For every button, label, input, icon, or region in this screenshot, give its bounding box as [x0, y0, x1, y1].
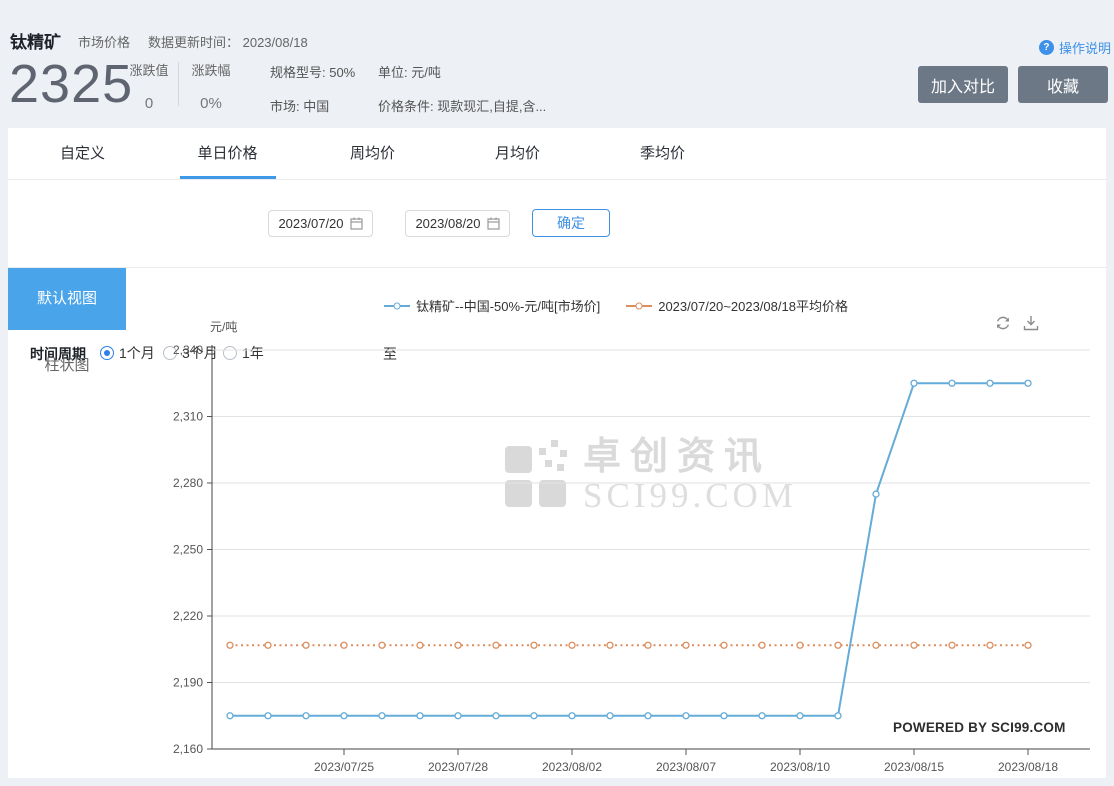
condition-text: 价格条件: 现款现汇,自提,含... [378, 99, 547, 114]
svg-text:2,340: 2,340 [173, 343, 203, 357]
svg-text:2023/08/15: 2023/08/15 [884, 760, 944, 774]
date-to-value: 2023/08/20 [415, 216, 481, 231]
legend-item-average-series[interactable]: 2023/07/20~2023/08/18平均价格 [626, 296, 848, 315]
confirm-button[interactable]: 确定 [532, 209, 610, 237]
svg-text:2023/08/10: 2023/08/10 [770, 760, 830, 774]
tab-custom[interactable]: 自定义 [10, 128, 155, 179]
sidebar-item-default-view[interactable]: 默认视图 [8, 268, 126, 330]
change-value: 0 [144, 95, 154, 112]
unit-text: 单位: 元/吨 [378, 65, 441, 80]
svg-text:2023/08/18: 2023/08/18 [998, 760, 1058, 774]
change-label: 涨跌值 [129, 63, 169, 78]
tab-bar: 自定义 单日价格 周均价 月均价 季均价 [8, 128, 1106, 180]
legend-label: 2023/07/20~2023/08/18平均价格 [658, 299, 848, 314]
calendar-icon [349, 217, 363, 230]
legend-line-icon [626, 302, 653, 309]
page-title: 钛精矿 [10, 33, 61, 52]
tab-weekly-avg[interactable]: 周均价 [300, 128, 445, 179]
spec-text: 规格型号: 50% [270, 65, 356, 80]
svg-text:2023/08/02: 2023/08/02 [542, 760, 602, 774]
legend-label: 钛精矿--中国-50%-元/吨[市场价] [416, 299, 601, 314]
svg-text:2,190: 2,190 [173, 676, 203, 690]
unit-condition-column: 单位: 元/吨 价格条件: 现款现汇,自提,含... [378, 62, 546, 115]
spec-market-column: 规格型号: 50% 市场: 中国 [270, 62, 355, 115]
help-link[interactable]: ? 操作说明 [1038, 38, 1111, 57]
pct-value: 0% [200, 95, 222, 112]
svg-text:2,250: 2,250 [173, 543, 203, 557]
price-line-chart[interactable]: 2,160 2,190 2,220 2,250 2,280 2,310 2,340 元/吨 20… [170, 315, 1105, 780]
main-panel: 自定义 单日价格 周均价 月均价 季均价 时间周期 1个月 3个月 1年 202… [8, 128, 1106, 778]
svg-text:2,310: 2,310 [173, 410, 203, 424]
sidebar-item-bar-chart[interactable]: 柱状图 [8, 354, 126, 378]
svg-text:2023/07/25: 2023/07/25 [314, 760, 374, 774]
date-to-input[interactable]: 2023/08/20 [405, 210, 510, 237]
tab-quarterly-avg[interactable]: 季均价 [590, 128, 735, 179]
divider [8, 267, 1106, 268]
tab-daily-price[interactable]: 单日价格 [155, 128, 300, 179]
date-from-input[interactable]: 2023/07/20 [268, 210, 373, 237]
svg-text:2,280: 2,280 [173, 476, 203, 490]
svg-text:2023/08/07: 2023/08/07 [656, 760, 716, 774]
calendar-icon [486, 217, 500, 230]
change-pct-block: 涨跌幅 0% [188, 60, 234, 112]
legend-line-icon [384, 302, 411, 309]
current-price: 2325 [9, 54, 134, 114]
favorite-button[interactable]: 收藏 [1018, 66, 1108, 103]
question-icon: ? [1038, 40, 1054, 55]
svg-text:2,220: 2,220 [173, 609, 203, 623]
chart-legend: 钛精矿--中国-50%-元/吨[市场价] 2023/07/20~2023/08/… [126, 296, 1106, 315]
svg-text:元/吨: 元/吨 [210, 320, 237, 334]
svg-text:2023/07/28: 2023/07/28 [428, 760, 488, 774]
market-price-label: 市场价格 [78, 35, 131, 50]
change-value-block: 涨跌值 0 [126, 60, 172, 112]
pct-label: 涨跌幅 [191, 63, 231, 78]
add-compare-button[interactable]: 加入对比 [918, 66, 1008, 103]
legend-item-price-series[interactable]: 钛精矿--中国-50%-元/吨[市场价] [384, 296, 600, 315]
update-time: 数据更新时间： 2023/08/18 [148, 35, 308, 50]
svg-text:2,160: 2,160 [173, 742, 203, 756]
market-text: 市场: 中国 [270, 99, 330, 114]
help-label: 操作说明 [1058, 41, 1111, 56]
date-from-value: 2023/07/20 [278, 216, 344, 231]
divider [178, 62, 179, 106]
tab-monthly-avg[interactable]: 月均价 [445, 128, 590, 179]
